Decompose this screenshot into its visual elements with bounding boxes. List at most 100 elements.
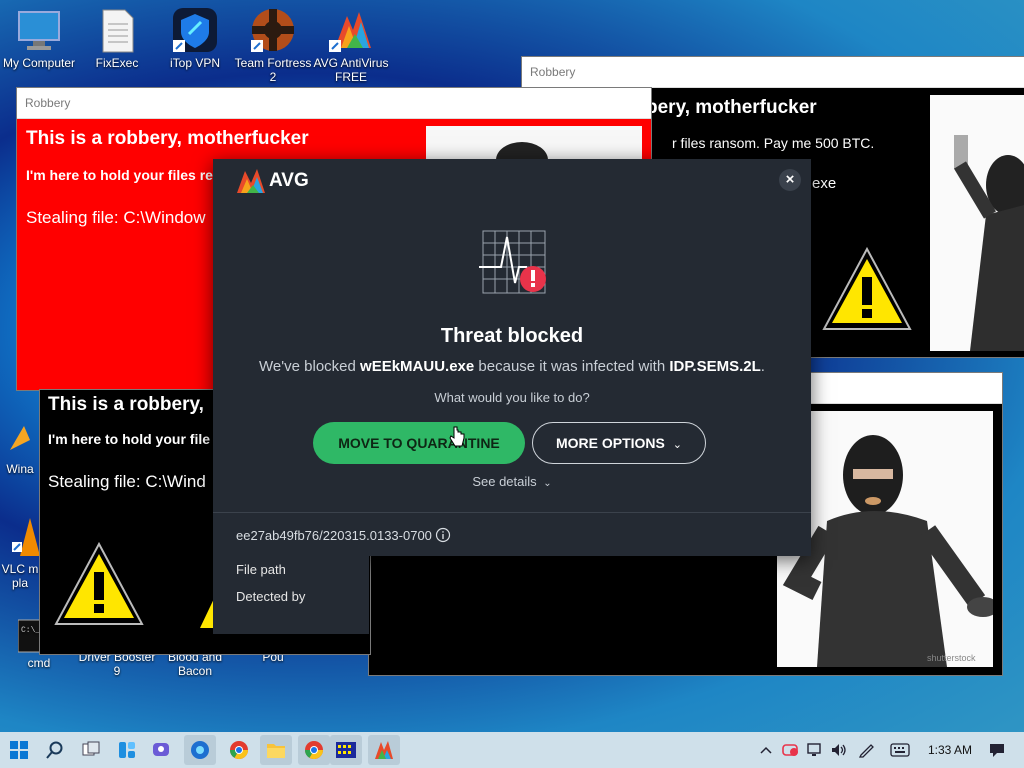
taskbar-app-avg[interactable] [368, 735, 400, 765]
move-to-quarantine-button[interactable]: MOVE TO QUARANTINE [313, 422, 525, 464]
icon-label: VLC m pla [1, 562, 39, 590]
vlc-cone-icon [0, 512, 40, 560]
window-title: Robbery [522, 57, 1024, 88]
app-grid-icon [336, 742, 356, 758]
action-question: What would you like to do? [434, 390, 590, 405]
stealing-text: Stealing file: C:\Window [26, 208, 206, 227]
pen-icon [858, 744, 874, 758]
search-button[interactable] [42, 737, 68, 763]
desktop-icon-vlc[interactable]: VLC m pla [0, 512, 40, 590]
desktop-icon-blood-and-bacon[interactable]: Blood and Bacon [156, 650, 234, 678]
desktop-icon-team-fortress-2[interactable]: Team Fortress 2 [234, 8, 312, 84]
taskbar-app-chrome[interactable] [226, 737, 252, 763]
robbery-heading: This is a robbery, motherfucker [26, 128, 309, 149]
browser-icon [191, 741, 209, 759]
icon-label: AVG AntiVirus FREE [313, 56, 389, 84]
task-view-button[interactable] [78, 737, 104, 763]
avg-brand: AVG [235, 167, 309, 195]
ransom-text: I'm here to hold your file [48, 431, 211, 447]
desktop-icon-fixexec[interactable]: FixExec [78, 8, 156, 70]
avg-threat-dialog[interactable]: AVG × Threat blocked We've blocked wEEkM… [213, 159, 811, 556]
task-view-icon [82, 741, 100, 756]
message-prefix: We've blocked [259, 358, 361, 375]
chevron-up-icon [760, 746, 772, 754]
show-hidden-icons-button[interactable] [756, 737, 776, 763]
icon-label: Blood and Bacon [167, 650, 223, 678]
speaker-icon [832, 744, 846, 756]
icon-label: My Computer [2, 56, 76, 70]
document-icon [93, 8, 141, 54]
warning-icon [822, 246, 912, 330]
more-options-label: MORE OPTIONS [555, 435, 665, 451]
desktop-icon-my-computer[interactable]: My Computer [0, 8, 78, 70]
taskbar: 1:33 AM [0, 732, 1024, 768]
taskbar-app-browser[interactable] [184, 735, 216, 765]
chrome-icon [305, 741, 323, 760]
svg-text:C:\_: C:\_ [21, 626, 40, 635]
winamp-icon [0, 420, 40, 460]
robbery-heading: This is a robbery, [48, 394, 204, 415]
ransom-text: I'm here to hold your files re [26, 167, 213, 183]
message-mid: because it was infected with [474, 358, 670, 375]
clock[interactable]: 1:33 AM [920, 732, 980, 768]
network-icon [807, 743, 821, 756]
dialog-title: Threat blocked [440, 325, 584, 347]
avg-logo-icon [375, 741, 393, 759]
start-button[interactable] [6, 737, 32, 763]
icon-label: Wina [6, 462, 34, 476]
vpn-shield-icon [171, 8, 219, 54]
tray-avg-alert[interactable] [780, 737, 802, 763]
tray-network[interactable] [804, 737, 826, 763]
desktop-icon-itop-vpn[interactable]: iTop VPN [156, 8, 234, 70]
stealing-text: Stealing file: C:\Wind [48, 472, 206, 491]
taskbar-app-chrome-2[interactable] [298, 735, 330, 765]
message-suffix: . [760, 358, 765, 375]
desktop-icon-avg-antivirus[interactable]: AVG AntiVirus FREE [312, 8, 390, 84]
chevron-down-icon: ⌄ [543, 478, 552, 489]
widgets-icon [119, 742, 135, 758]
robber-photo [930, 95, 1024, 351]
avg-logo-icon [327, 8, 375, 54]
see-details-label: See details [472, 474, 537, 489]
taskbar-app-file-explorer[interactable] [260, 735, 292, 765]
chrome-icon [230, 741, 248, 760]
blocked-file-name: wEEkMAUU.exe [360, 358, 475, 375]
taskbar-app-keyboard[interactable] [330, 735, 362, 765]
icon-label: cmd [27, 656, 51, 670]
avg-tray-alert-icon [782, 744, 798, 756]
chevron-down-icon: ⌄ [672, 439, 682, 451]
detail-label-detected-by: Detected by [236, 589, 306, 604]
tray-volume[interactable] [828, 737, 850, 763]
more-options-button[interactable]: MORE OPTIONS ⌄ [532, 422, 706, 464]
detail-label-file-path: File path [236, 562, 286, 577]
tray-keyboard[interactable] [888, 737, 912, 763]
close-button[interactable]: × [779, 169, 801, 191]
notifications-button[interactable] [986, 737, 1008, 763]
avg-details-panel: File path Detected by [213, 556, 369, 634]
scan-id: ee27ab49fb76/220315.0133-0700 [236, 527, 451, 543]
robbery-heading: bery, motherfucker [646, 97, 817, 118]
scan-id-text: ee27ab49fb76/220315.0133-0700 [236, 527, 432, 543]
windows-logo-icon [10, 741, 28, 759]
threat-message: We've blocked wEEkMAUU.exe because it wa… [213, 358, 811, 375]
folder-icon [267, 744, 285, 758]
icon-label: Team Fortress 2 [234, 56, 312, 84]
icon-label: iTop VPN [169, 56, 221, 70]
keyboard-icon [890, 743, 910, 757]
info-icon[interactable] [435, 527, 451, 543]
icon-label: Driver Booster 9 [78, 650, 156, 678]
stealing-text: exe [812, 175, 837, 192]
notification-icon [990, 744, 1004, 757]
avg-logo-icon [237, 169, 265, 193]
tf2-icon [249, 8, 297, 54]
icon-label: FixExec [95, 56, 139, 70]
see-details-link[interactable]: See details ⌄ [213, 474, 811, 489]
window-title: Robbery [17, 88, 651, 119]
hand-cursor-icon [449, 426, 465, 447]
chat-button[interactable] [148, 737, 174, 763]
tray-pen[interactable] [856, 737, 878, 763]
desktop-icon-driver-booster[interactable]: Driver Booster 9 [78, 650, 156, 678]
desktop-icon-wina[interactable]: Wina [0, 420, 40, 476]
widgets-button[interactable] [114, 737, 140, 763]
heart-monitor-alert-icon [479, 230, 546, 294]
